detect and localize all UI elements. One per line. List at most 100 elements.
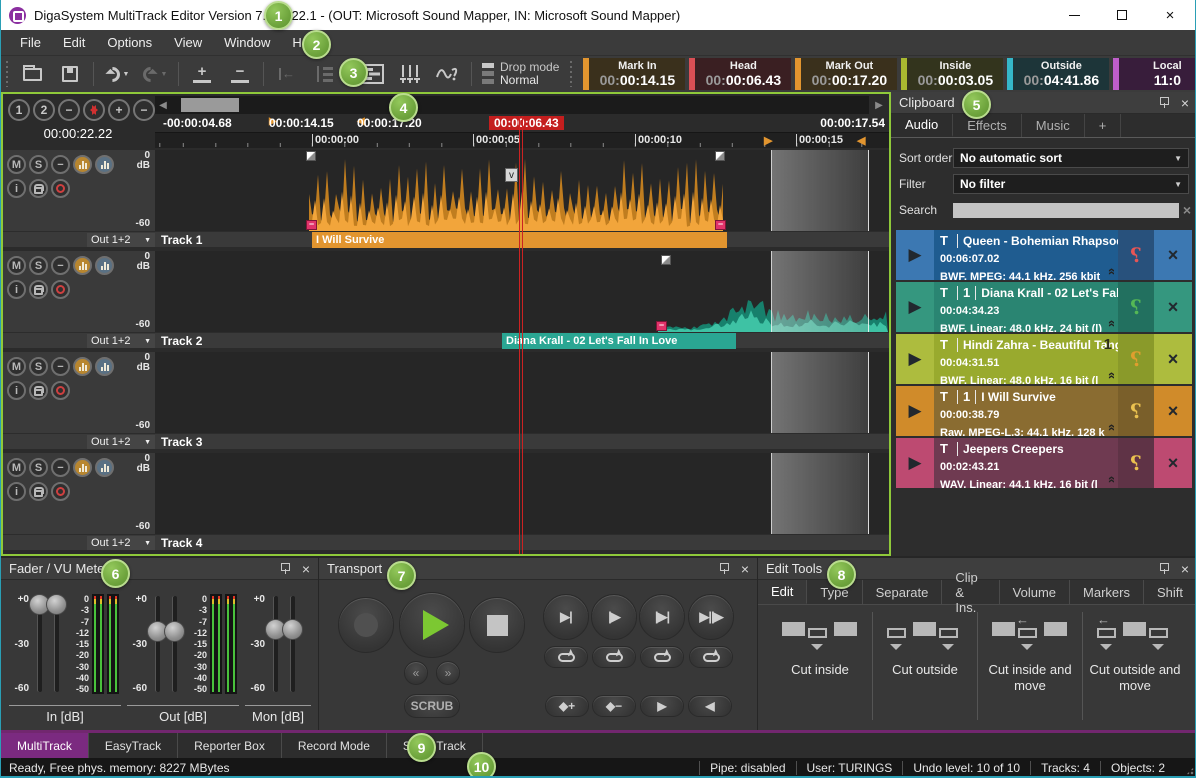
scroll-right-icon[interactable]: ▶	[871, 96, 887, 114]
prelisten-ear-button[interactable]: ?	[1118, 230, 1154, 280]
track-name[interactable]: Track 3	[161, 435, 202, 449]
tab-easytrack[interactable]: EasyTrack	[89, 733, 178, 758]
meter-pre-button[interactable]	[73, 458, 92, 477]
meter-post-button[interactable]	[95, 256, 114, 275]
collapse-track-button[interactable]: −	[51, 458, 70, 477]
solo-button[interactable]: S	[29, 256, 48, 275]
info-button[interactable]: i	[7, 482, 26, 501]
open-button[interactable]	[13, 59, 51, 89]
clip-handle[interactable]	[306, 151, 316, 161]
clip-fade-handle[interactable]: −	[656, 321, 667, 331]
tab-reporter-box[interactable]: Reporter Box	[178, 733, 282, 758]
tab-record-mode[interactable]: Record Mode	[282, 733, 387, 758]
info-button[interactable]: i	[7, 179, 26, 198]
collapse-tracks-button[interactable]: −	[58, 99, 80, 121]
clipboard-item[interactable]: ▶ T1I Will Survive 00:00:38.79 Raw, MPEG…	[896, 386, 1192, 436]
record-arm-button[interactable]	[51, 482, 70, 501]
tab-add[interactable]: +	[1085, 114, 1122, 137]
track-1-lane[interactable]: − − v	[155, 150, 889, 231]
time-display-head[interactable]: Head 00:00:06.43	[689, 58, 791, 90]
clipboard-item[interactable]: ▶ T1Diana Krall - 02 Let's Fall In Lo 00…	[896, 282, 1192, 332]
minimize-button[interactable]	[1063, 4, 1085, 26]
collapse-track-button[interactable]: −	[51, 256, 70, 275]
scrub-button[interactable]: SCRUB	[404, 694, 460, 718]
cut-outside-button[interactable]: Cut outside	[872, 612, 977, 720]
step-back-button[interactable]: «	[404, 661, 428, 685]
track-name[interactable]: Track 4	[161, 536, 202, 550]
output-select[interactable]: Out 1+2▼	[87, 334, 155, 348]
meter-pre-button[interactable]	[73, 155, 92, 174]
prelisten-play-button[interactable]: ▶	[896, 282, 934, 332]
fader-slider[interactable]	[284, 594, 301, 694]
track-2-lane[interactable]: −	[155, 251, 889, 332]
record-arm-button[interactable]	[51, 280, 70, 299]
clip-label[interactable]: I Will Survive	[312, 232, 727, 248]
fader-slider[interactable]	[31, 594, 48, 694]
close-button[interactable]: ×	[1159, 4, 1181, 26]
scrollbar-thumb[interactable]	[181, 98, 239, 112]
tab-audio[interactable]: Audio	[891, 114, 953, 137]
collapse-track-button[interactable]: −	[51, 357, 70, 376]
close-icon[interactable]: ×	[302, 562, 310, 576]
meter-post-button[interactable]	[95, 155, 114, 174]
play-between-marks-button[interactable]: |▶|	[639, 594, 685, 640]
loop-button[interactable]	[640, 646, 684, 668]
clipboard-item[interactable]: ▶ TQueen - Bohemian Rhapsody_mp 00:06:07…	[896, 230, 1192, 280]
record-arm-button[interactable]	[51, 381, 70, 400]
output-select[interactable]: Out 1+2▼	[87, 536, 155, 550]
add-track-button[interactable]: +	[183, 59, 221, 89]
loop-button[interactable]	[592, 646, 636, 668]
pin-icon[interactable]	[1160, 563, 1169, 574]
track-4-lane[interactable]	[155, 453, 889, 534]
track-3-lane[interactable]	[155, 352, 889, 433]
lock-button[interactable]	[29, 381, 48, 400]
info-button[interactable]: i	[7, 280, 26, 299]
delete-marker-button[interactable]: ◆−	[592, 695, 636, 717]
clip-label[interactable]: Diana Krall - 02 Let's Fall In Love	[502, 333, 736, 349]
redo-button[interactable]: ▼	[136, 59, 174, 89]
sort-order-select[interactable]: No automatic sort▼	[953, 148, 1189, 168]
meter-post-button[interactable]	[95, 357, 114, 376]
tab-markers[interactable]: Markers	[1070, 580, 1144, 604]
drop-mode-control[interactable]: Drop mode Normal	[476, 61, 565, 87]
remove-track-button[interactable]: −	[221, 59, 259, 89]
tab-clip-ins[interactable]: Clip & Ins.	[942, 580, 999, 604]
tab-volume[interactable]: Volume	[1000, 580, 1070, 604]
undo-button[interactable]: ▼	[98, 59, 136, 89]
lock-button[interactable]	[29, 280, 48, 299]
redo-dropdown-icon[interactable]: ▼	[161, 71, 168, 78]
tab-music[interactable]: Music	[1022, 114, 1085, 137]
tab-multitrack[interactable]: MultiTrack	[1, 733, 89, 758]
prelisten-ear-button[interactable]: ?	[1118, 438, 1154, 488]
fader-slider[interactable]	[48, 594, 65, 694]
meter-pre-button[interactable]	[73, 256, 92, 275]
solo-button[interactable]: S	[29, 155, 48, 174]
fader-slider[interactable]	[149, 594, 166, 694]
track-name[interactable]: Track 1	[161, 233, 202, 247]
tab-shift[interactable]: Shift	[1144, 580, 1196, 604]
close-icon[interactable]: ×	[1181, 96, 1189, 110]
tab-edit[interactable]: Edit	[758, 580, 807, 604]
time-display-mark-out[interactable]: Mark Out 00:00:17.20	[795, 58, 897, 90]
undo-dropdown-icon[interactable]: ▼	[123, 71, 130, 78]
resize-grip[interactable]	[1186, 767, 1194, 775]
solo-button[interactable]: S	[29, 357, 48, 376]
close-icon[interactable]: ×	[741, 562, 749, 576]
time-ruler[interactable]: 00:00:00 00:00:05 00:00:10 00:00:15 ▶ ◀	[155, 132, 889, 148]
mute-button[interactable]: M	[7, 155, 26, 174]
menu-file[interactable]: File	[9, 30, 52, 55]
stop-button[interactable]	[469, 597, 525, 653]
prelisten-play-button[interactable]: ▶	[896, 438, 934, 488]
next-marker-button[interactable]: ▶	[640, 695, 684, 717]
clip-handle[interactable]	[715, 151, 725, 161]
timeline-scrollbar[interactable]: ◀	[155, 96, 869, 114]
info-button[interactable]: i	[7, 381, 26, 400]
menu-edit[interactable]: Edit	[52, 30, 96, 55]
prelisten-play-button[interactable]: ▶	[896, 386, 934, 436]
play-around-mark-button[interactable]: ▶||▶	[688, 594, 734, 640]
remove-item-button[interactable]: ×	[1154, 282, 1192, 332]
search-clear-icon[interactable]: ×	[1183, 202, 1191, 218]
step-forward-button[interactable]: »	[436, 661, 460, 685]
toolbar-grip[interactable]	[4, 61, 10, 87]
zoom-in-button[interactable]: +	[108, 99, 130, 121]
